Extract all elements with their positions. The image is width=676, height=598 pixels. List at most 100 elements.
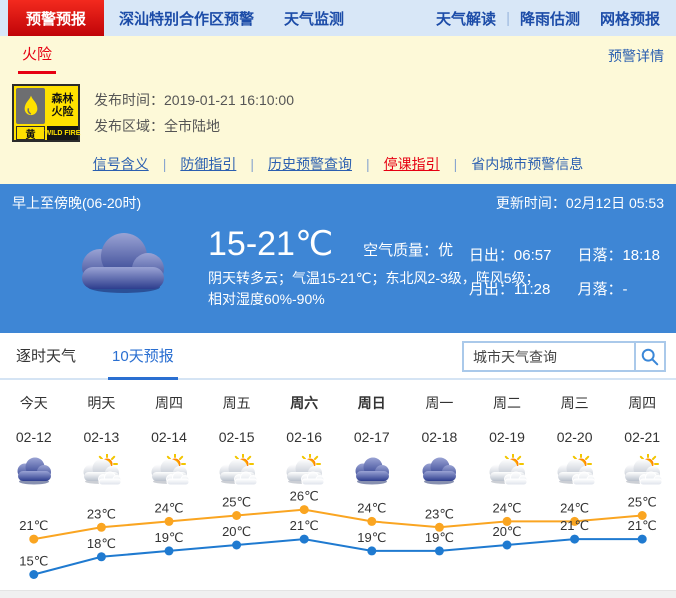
day-column-1[interactable]: 明天02-13 xyxy=(68,393,136,488)
warning-link-1[interactable]: 防御指引 xyxy=(180,154,236,174)
chart-point-low xyxy=(503,541,512,550)
day-date: 02-17 xyxy=(338,429,406,445)
sun-moon-item-1: 日落：18:18 xyxy=(577,244,660,265)
chart-point-label: 25℃ xyxy=(222,495,251,510)
chart-line-high xyxy=(34,510,642,539)
chart-point-label: 15℃ xyxy=(19,554,48,569)
partly-cloudy-icon-cell xyxy=(473,454,541,486)
day-date: 02-20 xyxy=(541,429,609,445)
publish-time-row: 发布时间：2019-01-21 16:10:00 xyxy=(94,87,294,113)
partly-cloudy-icon-cell xyxy=(541,454,609,486)
chart-point-low xyxy=(29,570,38,579)
air-quality: 空气质量：优 xyxy=(363,239,453,260)
day-name: 周五 xyxy=(203,393,271,413)
nav-tab-0[interactable]: 预警预报 xyxy=(8,0,104,36)
day-date: 02-14 xyxy=(135,429,203,445)
temperature-chart: 21℃23℃24℃25℃26℃24℃23℃24℃24℃25℃15℃18℃19℃2… xyxy=(0,488,676,590)
city-search xyxy=(462,341,666,372)
chart-point-low xyxy=(435,546,444,555)
chart-point-label: 19℃ xyxy=(154,530,183,545)
update-time-label: 更新时间： xyxy=(496,195,566,211)
sun-moon-label: 日落： xyxy=(577,247,622,264)
chart-point-low xyxy=(300,535,309,544)
publish-time-value: 2019-01-21 16:10:00 xyxy=(164,92,294,108)
topnav-links: 天气解读|降雨估测网格预报 xyxy=(426,0,676,36)
chart-point-label: 20℃ xyxy=(492,524,521,539)
day-column-3[interactable]: 周五 02-15 xyxy=(203,393,271,488)
day-name: 周一 xyxy=(406,393,474,413)
partly-cloudy-icon-cell xyxy=(68,454,136,486)
air-quality-label: 空气质量： xyxy=(363,242,438,259)
forecast-tab-0[interactable]: 逐时天气 xyxy=(12,345,80,378)
day-column-0[interactable]: 今天02-12 xyxy=(0,393,68,488)
day-date: 02-15 xyxy=(203,429,271,445)
day-column-5[interactable]: 周日02-17 xyxy=(338,393,406,488)
warning-link-separator: | xyxy=(163,156,167,172)
forecast-tab-1[interactable]: 10天预报 xyxy=(108,345,178,380)
sun-moon-item-2: 月出：11:28 xyxy=(469,278,552,299)
current-weather-panel: 早上至傍晚(06-20时) 更新时间：02月12日 05:53 15-21℃ 空… xyxy=(0,184,676,333)
partly-cloudy-icon xyxy=(485,454,529,486)
sun-moon-value: 06:57 xyxy=(514,247,552,264)
day-column-4[interactable]: 周六02-16 xyxy=(270,393,338,488)
chart-point-label: 21℃ xyxy=(628,518,657,533)
warning-body: 森林 火险 黄 WILD FIRE 发布时间：2019-01-21 16:10:… xyxy=(12,84,664,142)
chart-point-label: 21℃ xyxy=(290,518,319,533)
partly-cloudy-icon-cell xyxy=(608,454,676,486)
chart-point-label: 23℃ xyxy=(87,506,116,521)
chart-point-label: 18℃ xyxy=(87,536,116,551)
warning-link-3[interactable]: 停课指引 xyxy=(384,154,440,174)
chart-point-high xyxy=(165,517,174,526)
search-button[interactable] xyxy=(634,341,666,372)
partly-cloudy-icon-cell xyxy=(270,454,338,486)
chart-point-low xyxy=(97,552,106,561)
overcast-icon xyxy=(417,454,461,486)
tab-fire-risk[interactable]: 火险 xyxy=(18,43,56,74)
warning-link-separator: | xyxy=(250,156,254,172)
partly-cloudy-icon xyxy=(620,454,664,486)
nav-link-0[interactable]: 天气解读 xyxy=(426,8,506,29)
flame-cell xyxy=(16,88,45,124)
nav-tab-1[interactable]: 深汕特别合作区预警 xyxy=(104,0,269,36)
chart-point-low xyxy=(367,546,376,555)
chart-point-high xyxy=(367,517,376,526)
bottom-scrollbar[interactable] xyxy=(0,590,676,598)
search-input[interactable] xyxy=(462,341,634,372)
warning-link-0[interactable]: 信号含义 xyxy=(93,154,149,174)
sun-moon-item-0: 日出：06:57 xyxy=(469,244,552,265)
day-column-8[interactable]: 周三02-20 xyxy=(541,393,609,488)
warning-link-2[interactable]: 历史预警查询 xyxy=(268,154,352,174)
partly-cloudy-icon-cell xyxy=(203,454,271,486)
partly-cloudy-icon xyxy=(147,454,191,486)
day-column-2[interactable]: 周四02-14 xyxy=(135,393,203,488)
chart-point-low xyxy=(570,535,579,544)
sign-level-en: WILD FIRE xyxy=(47,126,78,140)
chart-point-label: 26℃ xyxy=(290,489,319,504)
chart-point-label: 21℃ xyxy=(19,518,48,533)
topnav-tabs: 预警预报深汕特别合作区预警天气监测 xyxy=(0,0,359,36)
day-name: 明天 xyxy=(68,393,136,413)
update-time: 更新时间：02月12日 05:53 xyxy=(496,193,664,213)
chart-point-label: 20℃ xyxy=(222,524,251,539)
top-navigation: 预警预报深汕特别合作区预警天气监测 天气解读|降雨估测网格预报 xyxy=(0,0,676,36)
nav-link-2[interactable]: 网格预报 xyxy=(590,8,670,29)
forecast-days: 今天02-12 明天02-13 周四02-14 xyxy=(0,380,676,488)
chart-point-low xyxy=(232,541,241,550)
sun-moon-value: 18:18 xyxy=(622,247,660,264)
chart-point-low xyxy=(165,546,174,555)
day-column-6[interactable]: 周一02-18 xyxy=(406,393,474,488)
day-column-7[interactable]: 周二02-19 xyxy=(473,393,541,488)
day-name: 周二 xyxy=(473,393,541,413)
nav-link-1[interactable]: 降雨估测 xyxy=(510,8,590,29)
warning-link-4[interactable]: 省内城市预警信息 xyxy=(471,154,583,174)
chart-point-label: 19℃ xyxy=(357,530,386,545)
nav-tab-2[interactable]: 天气监测 xyxy=(269,0,359,36)
day-column-9[interactable]: 周四02-21 xyxy=(608,393,676,488)
chart-point-label: 23℃ xyxy=(425,506,454,521)
chart-point-high xyxy=(300,505,309,514)
day-date: 02-16 xyxy=(270,429,338,445)
period-label: 早上至傍晚(06-20时) xyxy=(12,193,141,213)
day-date: 02-21 xyxy=(608,429,676,445)
warning-details-link[interactable]: 预警详情 xyxy=(608,46,664,74)
chart-point-high xyxy=(29,535,38,544)
